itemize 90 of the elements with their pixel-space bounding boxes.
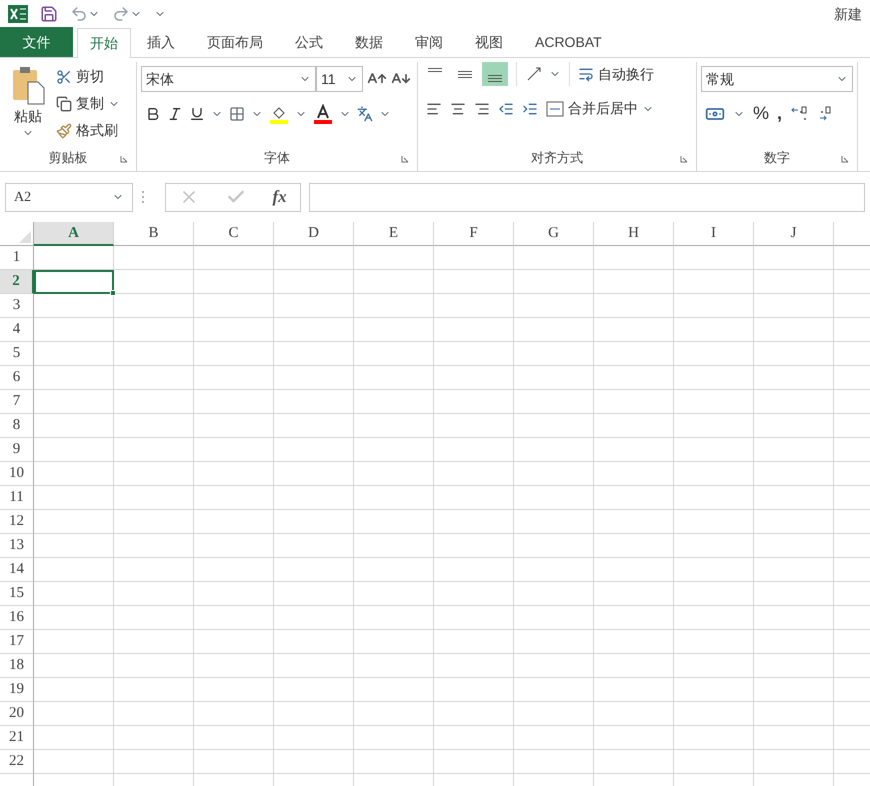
percent-button[interactable]: % xyxy=(753,100,770,127)
wrap-text-button[interactable]: 自动换行 xyxy=(578,64,654,84)
copy-icon xyxy=(56,96,72,112)
ribbon-tab[interactable]: 页面布局 xyxy=(191,27,279,57)
cut-button[interactable]: 剪切 xyxy=(56,66,120,87)
row-header[interactable]: 8 xyxy=(0,414,34,438)
file-tab[interactable]: 文件 xyxy=(0,27,73,57)
row-header[interactable]: 6 xyxy=(0,366,34,390)
wrap-text-icon xyxy=(578,66,594,82)
align-lines-icon xyxy=(428,68,442,72)
phonetic-icon[interactable] xyxy=(357,106,373,122)
underline-icon[interactable] xyxy=(189,106,205,122)
align-center-icon[interactable] xyxy=(450,100,466,116)
dialog-launcher-icon[interactable] xyxy=(680,155,688,163)
undo-icon[interactable] xyxy=(70,5,88,23)
ribbon-tab[interactable]: 插入 xyxy=(131,27,191,57)
row-header[interactable]: 9 xyxy=(0,438,34,462)
spreadsheet-logo-icon[interactable] xyxy=(8,4,28,24)
group-label: 剪贴板 xyxy=(48,148,88,166)
font-name-field[interactable]: 宋体 xyxy=(141,66,316,92)
ribbon-tab[interactable]: ACROBAT xyxy=(519,27,618,57)
column-header[interactable]: C xyxy=(194,222,274,246)
redo-icon[interactable] xyxy=(112,5,130,23)
ribbon-tab[interactable]: 视图 xyxy=(459,27,519,57)
paintbrush-icon xyxy=(56,122,72,138)
merge-center-button[interactable]: 合并后居中 xyxy=(546,98,638,119)
column-header[interactable]: D xyxy=(274,222,354,246)
row-header[interactable]: 12 xyxy=(0,510,34,534)
column-header[interactable]: E xyxy=(354,222,434,246)
row-header[interactable]: 14 xyxy=(0,558,34,582)
name-box[interactable]: A2 xyxy=(5,182,133,212)
row-header[interactable]: 17 xyxy=(0,630,34,654)
column-header[interactable]: F xyxy=(434,222,514,246)
row-header[interactable]: 11 xyxy=(0,486,34,510)
row-header[interactable]: 13 xyxy=(0,534,34,558)
row-header[interactable]: 3 xyxy=(0,294,34,318)
dialog-launcher-icon[interactable] xyxy=(401,155,409,163)
row-header[interactable]: 4 xyxy=(0,318,34,342)
group-label: 字体 xyxy=(264,148,290,166)
align-lines-icon xyxy=(458,70,472,78)
font-color-icon[interactable] xyxy=(313,104,333,124)
merge-cells-icon xyxy=(546,100,564,116)
row-header[interactable]: 22 xyxy=(0,750,34,774)
decrease-indent-icon[interactable] xyxy=(498,100,514,116)
comma-button[interactable]: , xyxy=(777,100,782,127)
drag-handle-icon[interactable] xyxy=(141,190,145,204)
ribbon-tab[interactable]: 审阅 xyxy=(399,27,459,57)
number-format-field[interactable]: 常规 xyxy=(701,66,853,92)
row-header[interactable]: 21 xyxy=(0,726,34,750)
row-header[interactable]: 20 xyxy=(0,702,34,726)
increase-indent-icon[interactable] xyxy=(522,100,538,116)
border-icon[interactable] xyxy=(229,106,245,122)
row-header[interactable]: 16 xyxy=(0,606,34,630)
row-header[interactable]: 7 xyxy=(0,390,34,414)
column-header[interactable]: B xyxy=(114,222,194,246)
copy-button[interactable]: 复制 xyxy=(56,93,104,114)
align-lines-icon xyxy=(488,74,502,82)
ribbon-tab[interactable]: 公式 xyxy=(279,27,339,57)
active-cell[interactable] xyxy=(34,270,114,294)
save-icon[interactable] xyxy=(40,5,58,23)
vertical-align-button[interactable] xyxy=(482,62,508,86)
dialog-launcher-icon[interactable] xyxy=(120,155,128,163)
document-title: 新建 xyxy=(834,4,862,24)
italic-icon[interactable] xyxy=(167,106,183,122)
row-header[interactable]: 19 xyxy=(0,678,34,702)
row-header[interactable]: 18 xyxy=(0,654,34,678)
group-label: 数字 xyxy=(764,148,790,166)
column-header[interactable]: H xyxy=(594,222,674,246)
dialog-launcher-icon[interactable] xyxy=(841,155,849,163)
align-right-icon[interactable] xyxy=(474,100,490,116)
formula-field[interactable] xyxy=(309,182,865,212)
column-header[interactable]: J xyxy=(754,222,834,246)
ribbon-tab[interactable]: 开始 xyxy=(77,28,131,58)
format-painter-button[interactable]: 格式刷 xyxy=(56,120,120,141)
scissors-icon xyxy=(56,68,72,84)
font-size-field[interactable]: 11 xyxy=(316,66,363,92)
clipboard-icon xyxy=(10,66,46,106)
column-header[interactable]: G xyxy=(514,222,594,246)
corner-triangle-icon xyxy=(19,231,31,243)
insert-function-button[interactable]: fx xyxy=(272,184,287,210)
row-header[interactable]: 2 xyxy=(0,270,34,294)
align-left-icon[interactable] xyxy=(426,100,442,116)
column-header[interactable]: A xyxy=(34,222,114,246)
ribbon-tab[interactable]: 数据 xyxy=(339,27,399,57)
row-header[interactable]: 10 xyxy=(0,462,34,486)
column-header[interactable]: I xyxy=(674,222,754,246)
row-header[interactable]: 5 xyxy=(0,342,34,366)
row-header[interactable]: 15 xyxy=(0,582,34,606)
group-label: 对齐方式 xyxy=(531,148,583,166)
paste-button[interactable]: 粘贴 xyxy=(8,66,48,141)
